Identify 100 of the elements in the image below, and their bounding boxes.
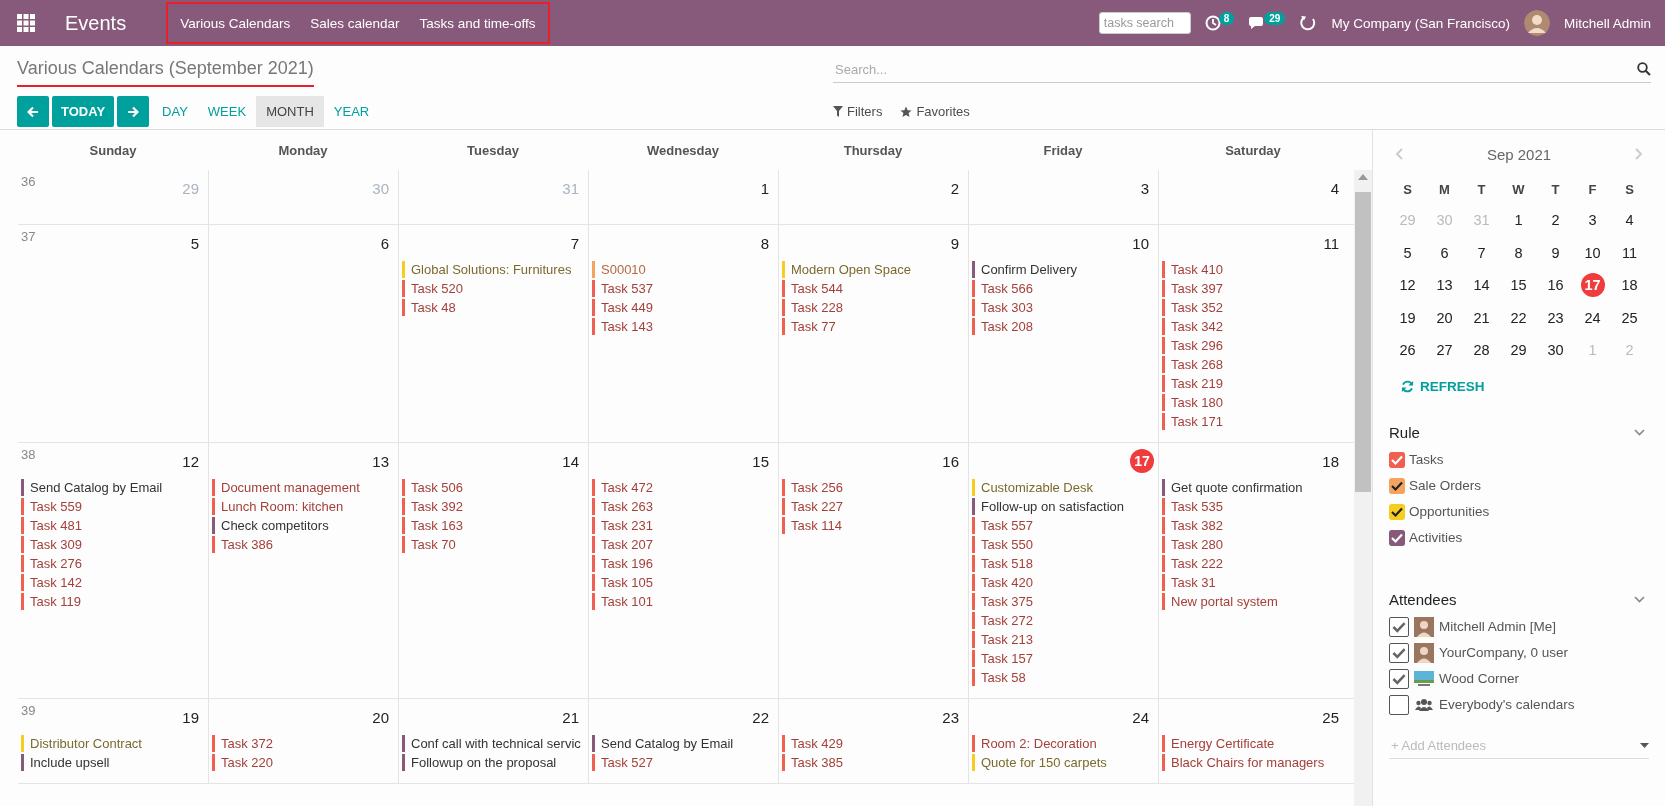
filters-button[interactable]: Filters (833, 104, 883, 120)
attendee-checkbox[interactable] (1389, 642, 1409, 663)
calendar-event[interactable]: Task 372 (212, 735, 392, 752)
mini-calendar-day[interactable]: 13 (1436, 277, 1453, 294)
calendar-event[interactable]: Customizable Desk (972, 479, 1152, 496)
view-scale-tab[interactable]: MONTH (256, 96, 324, 128)
mini-calendar-day[interactable]: 30 (1547, 342, 1564, 359)
calendar-event[interactable]: Task 375 (972, 593, 1152, 610)
calendar-event[interactable]: Check competitors (212, 517, 392, 534)
calendar-event[interactable]: Task 163 (402, 517, 582, 534)
calendar-event[interactable]: Task 303 (972, 299, 1152, 316)
mini-calendar-day[interactable]: 6 (1440, 244, 1449, 261)
calendar-event[interactable]: Global Solutions: Furnitures (402, 261, 582, 278)
calendar-event[interactable]: Task 101 (592, 593, 772, 610)
mini-calendar-day[interactable]: 12 (1399, 277, 1416, 294)
calendar-event[interactable]: Task 228 (782, 299, 962, 316)
calendar-event[interactable]: Task 142 (21, 574, 202, 591)
calendar-event[interactable]: Task 70 (402, 536, 582, 553)
calendar-event[interactable]: Distributor Contract (21, 735, 202, 752)
calendar-event[interactable]: Task 220 (212, 754, 392, 771)
mini-calendar-day[interactable]: 28 (1473, 342, 1490, 359)
calendar-event[interactable]: Task 171 (1162, 413, 1342, 430)
calendar-event[interactable]: Task 342 (1162, 318, 1342, 335)
calendar-event[interactable]: Task 309 (21, 536, 202, 553)
add-attendees-field[interactable]: + Add Attendees (1389, 737, 1640, 754)
attendee-checkbox[interactable] (1389, 668, 1409, 689)
calendar-event[interactable]: Task 397 (1162, 280, 1342, 297)
calendar-event[interactable]: Task 557 (972, 517, 1152, 534)
calendar-event[interactable]: Task 535 (1162, 498, 1342, 515)
mini-calendar-day[interactable]: 10 (1584, 244, 1601, 261)
filter-checkbox[interactable] (1389, 503, 1405, 520)
calendar-event[interactable]: Task 481 (21, 517, 202, 534)
calendar-event[interactable]: Task 58 (972, 669, 1152, 686)
calendar-event[interactable]: Task 352 (1162, 299, 1342, 316)
calendar-event[interactable]: Task 506 (402, 479, 582, 496)
calendar-event[interactable]: Task 537 (592, 280, 772, 297)
mini-calendar-day[interactable]: 11 (1621, 244, 1638, 261)
calendar-event[interactable]: Follow-up on satisfaction (972, 498, 1152, 515)
calendar-event[interactable]: Task 180 (1162, 394, 1342, 411)
attendee-checkbox[interactable] (1389, 616, 1409, 637)
calendar-event[interactable]: Task 143 (592, 318, 772, 335)
caret-down-icon[interactable] (1640, 743, 1649, 748)
calendar-event[interactable]: Task 559 (21, 498, 202, 515)
calendar-event[interactable]: Followup on the proposal (402, 754, 582, 771)
mini-calendar-day[interactable]: 4 (1625, 212, 1634, 229)
calendar-event[interactable]: S00010 (592, 261, 772, 278)
calendar-event[interactable]: Task 219 (1162, 375, 1342, 392)
calendar-event[interactable]: Send Catalog by Email (21, 479, 202, 496)
calendar-event[interactable]: Task 263 (592, 498, 772, 515)
calendar-event[interactable]: Task 268 (1162, 356, 1342, 373)
calendar-event[interactable]: Task 256 (782, 479, 962, 496)
search-field[interactable]: Search... (833, 60, 1637, 78)
apps-menu-icon[interactable] (17, 14, 35, 32)
calendar-event[interactable]: Task 550 (972, 536, 1152, 553)
mini-calendar-day[interactable]: 16 (1547, 277, 1564, 294)
calendar-event[interactable]: Task 385 (782, 754, 962, 771)
mini-calendar-day[interactable]: 25 (1621, 309, 1638, 326)
mini-calendar-day[interactable]: 27 (1436, 342, 1453, 359)
calendar-event[interactable]: Task 386 (212, 536, 392, 553)
calendar-event[interactable]: Send Catalog by Email (592, 735, 772, 752)
calendar-event[interactable]: Black Chairs for managers (1162, 754, 1342, 771)
calendar-event[interactable]: Task 119 (21, 593, 202, 610)
favorites-button[interactable]: Favorites (900, 104, 970, 120)
calendar-event[interactable]: Lunch Room: kitchen (212, 498, 392, 515)
filter-checkbox[interactable] (1389, 451, 1405, 468)
mini-calendar-day[interactable]: 19 (1399, 309, 1416, 326)
search-icon[interactable] (1637, 62, 1651, 76)
calendar-event[interactable]: Task 410 (1162, 261, 1342, 278)
view-scale-tab[interactable]: DAY (152, 96, 198, 128)
mini-calendar-day[interactable]: 22 (1510, 309, 1527, 326)
calendar-event[interactable]: Task 472 (592, 479, 772, 496)
calendar-event[interactable]: Task 429 (782, 735, 962, 752)
chevron-down-icon[interactable] (1634, 595, 1645, 603)
calendar-event[interactable]: Room 2: Decoration (972, 735, 1152, 752)
calendar-event[interactable]: Quote for 150 carpets (972, 754, 1152, 771)
scrollbar[interactable] (1354, 170, 1372, 806)
mini-calendar-day[interactable]: 2 (1551, 212, 1560, 229)
calendar-event[interactable]: Task 48 (402, 299, 582, 316)
calendar-event[interactable]: Task 276 (21, 555, 202, 572)
calendar-event[interactable]: Conf call with technical servic (402, 735, 582, 752)
chevron-down-icon[interactable] (1634, 428, 1645, 436)
attendee-checkbox[interactable] (1389, 694, 1409, 715)
calendar-event[interactable]: Task 208 (972, 318, 1152, 335)
calendar-event[interactable]: Task 449 (592, 299, 772, 316)
calendar-event[interactable]: Get quote confirmation (1162, 479, 1342, 496)
calendar-event[interactable]: Task 207 (592, 536, 772, 553)
calendar-event[interactable]: Confirm Delivery (972, 261, 1152, 278)
user-menu[interactable]: Mitchell Admin (1563, 15, 1651, 31)
calendar-event[interactable]: Task 222 (1162, 555, 1342, 572)
mini-calendar-day[interactable]: 29 (1510, 342, 1527, 359)
next-button[interactable] (117, 96, 150, 128)
calendar-event[interactable]: Task 280 (1162, 536, 1342, 553)
mini-calendar-day[interactable]: 23 (1547, 309, 1564, 326)
calendar-event[interactable]: Task 114 (782, 517, 962, 534)
clock-icon[interactable] (1204, 15, 1221, 31)
calendar-event[interactable]: Modern Open Space (782, 261, 962, 278)
calendar-event[interactable]: Include upsell (21, 754, 202, 771)
calendar-event[interactable]: Task 227 (782, 498, 962, 515)
mini-calendar-day[interactable]: 26 (1399, 342, 1416, 359)
calendar-event[interactable]: Task 382 (1162, 517, 1342, 534)
